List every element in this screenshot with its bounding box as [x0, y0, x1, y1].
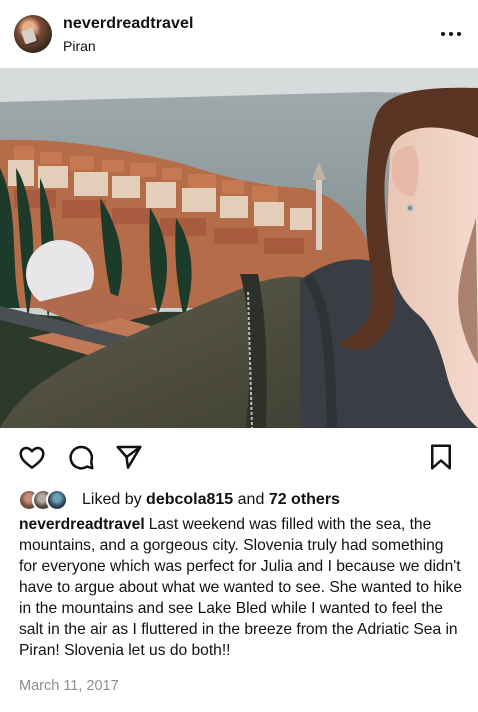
post-date: March 11, 2017 — [19, 678, 119, 694]
heart-icon[interactable] — [17, 442, 47, 472]
post-username[interactable]: neverdreadtravel — [63, 15, 194, 33]
liker-username[interactable]: debcola815 — [146, 491, 233, 508]
likes-count[interactable]: 72 others — [269, 491, 340, 508]
caption: neverdreadtravel Last weekend was filled … — [19, 514, 464, 661]
caption-username[interactable]: neverdreadtravel — [19, 516, 145, 533]
likes-summary: Liked by debcola815 and 72 others — [18, 488, 340, 512]
more-options-icon[interactable] — [440, 24, 462, 44]
likes-middle: and — [237, 491, 265, 508]
likes-prefix: Liked by — [82, 491, 142, 508]
likes-text[interactable]: Liked by debcola815 and 72 others — [82, 491, 340, 509]
liker-avatars — [18, 489, 74, 511]
post-image[interactable] — [0, 68, 478, 428]
avatar — [46, 489, 68, 511]
post-photo — [0, 68, 478, 428]
bookmark-icon[interactable] — [426, 442, 456, 472]
post-header: neverdreadtravel Piran — [0, 0, 478, 68]
comment-icon[interactable] — [66, 442, 96, 472]
post-location[interactable]: Piran — [63, 38, 96, 54]
post-actions — [0, 428, 478, 484]
avatar[interactable] — [14, 15, 52, 53]
caption-text: Last weekend was filled with the sea, th… — [19, 516, 462, 659]
send-icon[interactable] — [114, 442, 144, 472]
